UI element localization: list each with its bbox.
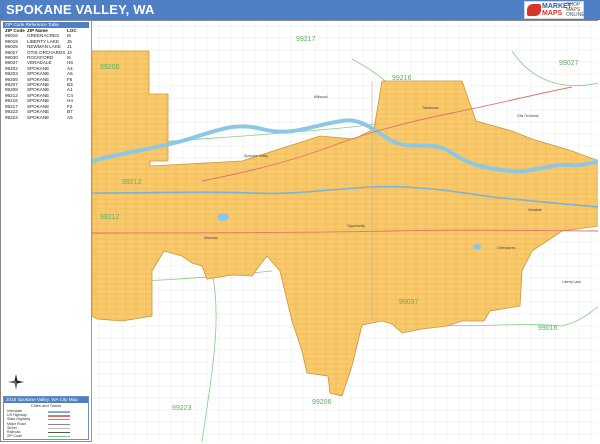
legend-item: ZIP Code <box>7 434 23 439</box>
market-maps-logo[interactable]: MARKET MAPS SHOP MAPS ONLINE <box>524 1 585 19</box>
logo-badge-icon <box>527 4 541 16</box>
zip-table-rows: 99016 GREENACRES I6 99019 LIBERTY LAKE J5 9902… <box>3 33 89 120</box>
map-title: SPOKANE VALLEY, WA <box>6 2 155 17</box>
legend-swatch <box>48 419 70 421</box>
zip-label: 99223 <box>172 405 192 412</box>
zip-label: 99216 <box>392 75 412 82</box>
place-label: Millwood <box>314 95 328 99</box>
legend-swatch <box>48 411 70 413</box>
zip-label: 99212 <box>100 214 120 221</box>
legend-swatch <box>48 432 70 433</box>
zip-label: 99206 <box>312 399 332 406</box>
place-label: Trentwood <box>422 106 438 110</box>
zip-label: 99206 <box>100 64 120 71</box>
zip-label: 99027 <box>559 60 579 67</box>
place-label: Veradale <box>528 208 542 212</box>
zip-code-table: ZIP Code Reference Table ZIP Code ZIP Na… <box>3 22 89 120</box>
lake <box>217 213 229 221</box>
zip-loc-cell: A5 <box>67 114 73 120</box>
legend-swatch <box>48 427 70 429</box>
legend-subtitle: Cities and Towns <box>30 403 62 408</box>
legend-swatch <box>48 436 70 437</box>
place-label: Dishman <box>204 236 218 240</box>
lake <box>473 244 481 250</box>
legend-swatch <box>48 415 70 417</box>
zip-code-cell: 99224 <box>5 114 18 120</box>
place-label: Opportunity <box>347 224 365 228</box>
place-label: Greenacres <box>497 246 516 250</box>
title-bar: SPOKANE VALLEY, WA MARKET MAPS SHOP MAPS… <box>0 0 600 20</box>
map-legend: 2016 Spokane Valley, WA City Map Cities … <box>3 396 89 440</box>
zip-name-cell: SPOKANE <box>27 114 50 120</box>
place-label: Spokane Valley <box>244 154 268 158</box>
place-label: Otis Orchards <box>517 114 539 118</box>
map-area[interactable]: 99217 99027 99216 99206 99212 99212 9903… <box>91 21 598 442</box>
zip-table-row: 99224 SPOKANE A5 <box>3 115 89 120</box>
zip-label: 99217 <box>296 36 316 43</box>
zip-label: 99016 <box>538 325 558 332</box>
legend-swatch <box>48 423 70 425</box>
zip-label: 99037 <box>399 299 419 306</box>
logo-side-text: SHOP MAPS ONLINE <box>566 2 585 18</box>
map-canvas[interactable]: 99217 99027 99216 99206 99212 99212 9903… <box>92 21 598 442</box>
logo-word-2: MAPS <box>542 10 563 17</box>
compass-rose-icon <box>8 374 24 390</box>
zip-label: 99212 <box>122 179 142 186</box>
place-label: Liberty Lake <box>562 280 581 284</box>
